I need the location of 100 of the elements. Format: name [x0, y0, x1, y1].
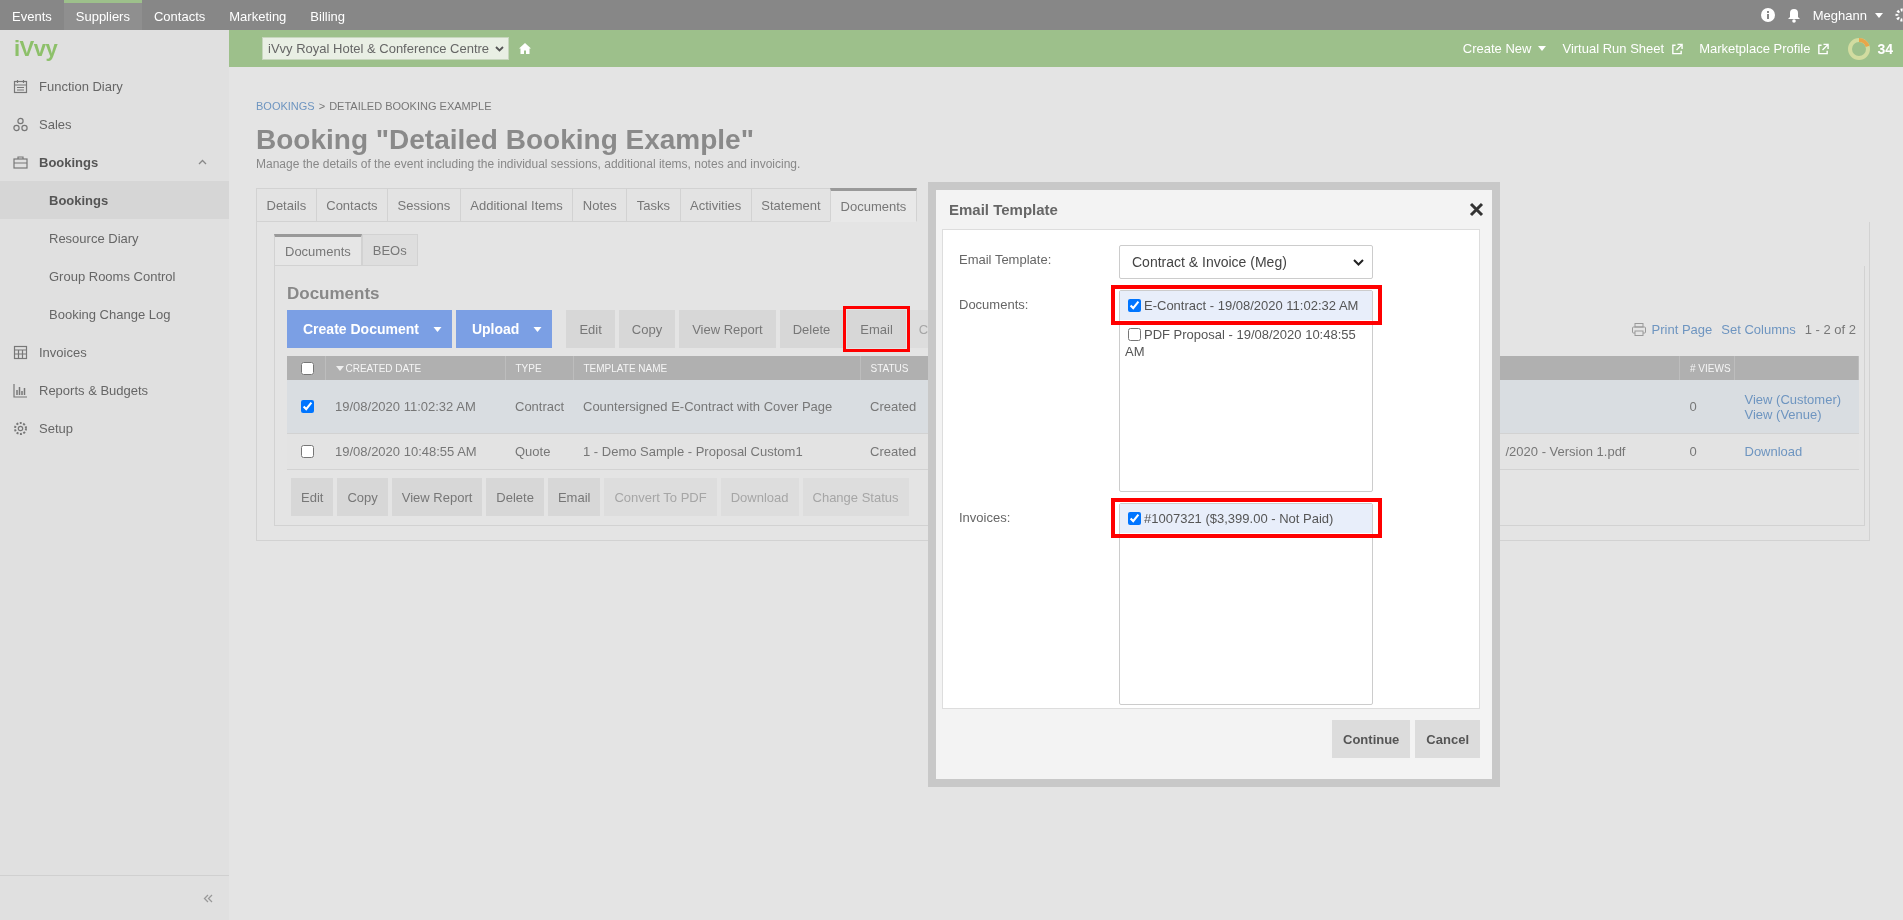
toolbar-button[interactable]: Edit: [566, 310, 615, 348]
toolbar-button[interactable]: View Report: [679, 310, 776, 348]
info-icon[interactable]: [1760, 8, 1775, 22]
sidebar-item[interactable]: Reports & Budgets: [0, 371, 229, 409]
table-cell: Quote: [515, 444, 551, 459]
table-link[interactable]: Download: [1744, 444, 1849, 459]
logo: iVvy: [13, 34, 59, 63]
tab[interactable]: Notes: [572, 188, 627, 222]
template-select[interactable]: Contract & Invoice (Meg): [1119, 245, 1373, 279]
table-cell: 1 - Demo Sample - Proposal Custom1: [583, 444, 803, 459]
toolbar-button[interactable]: Delete: [779, 310, 844, 348]
upload-button[interactable]: Upload: [455, 310, 553, 348]
tab[interactable]: Contacts: [315, 188, 388, 222]
column-header[interactable]: TEMPLATE NAME: [583, 362, 668, 374]
venue-select[interactable]: iVvy Royal Hotel & Conference Centre: [262, 37, 510, 60]
table-link[interactable]: View (Venue): [1744, 406, 1849, 422]
sub-tab[interactable]: Documents: [274, 234, 362, 266]
top-nav-link[interactable]: Suppliers: [63, 0, 142, 30]
bar-chart-icon: [13, 382, 28, 398]
table-cell: 19/08/2020 10:48:55 AM: [335, 444, 477, 459]
toolbar-button[interactable]: Email: [547, 478, 601, 516]
select-all-checkbox[interactable]: [301, 361, 314, 375]
toolbar-button[interactable]: Copy: [337, 478, 388, 516]
calendar-icon: [13, 78, 28, 94]
header-link[interactable]: Marketplace Profile: [1699, 41, 1830, 56]
field-label: Invoices:: [959, 509, 1012, 527]
checkbox[interactable]: [1128, 512, 1141, 525]
page-subtitle: Manage the details of the event including the individual sessions, additional items, notes and invoicing.: [256, 157, 802, 171]
tab[interactable]: Activities: [679, 188, 751, 222]
sidebar-subitem[interactable]: Bookings: [0, 181, 229, 219]
header-link[interactable]: Virtual Run Sheet: [1562, 41, 1684, 56]
section-title: Documents: [287, 284, 381, 304]
row-checkbox[interactable]: [301, 400, 314, 413]
toolbar-button[interactable]: View Report: [391, 478, 483, 516]
gear-icon: [13, 420, 28, 436]
table-cell: 0: [1689, 444, 1697, 459]
user-menu[interactable]: Meghann: [1812, 7, 1883, 23]
sidebar-subitem[interactable]: Group Rooms Control: [0, 257, 229, 295]
table-link[interactable]: View (Customer): [1744, 391, 1849, 407]
tab[interactable]: Tasks: [626, 188, 680, 222]
field-label: Email Template:: [959, 251, 1053, 269]
sidebar-subitem[interactable]: Booking Change Log: [0, 295, 229, 333]
top-nav-link[interactable]: Billing: [298, 0, 358, 30]
print-link[interactable]: Print Page: [1631, 321, 1713, 337]
tab[interactable]: Details: [256, 188, 316, 222]
dialog-title: Email Template: [949, 201, 1058, 218]
toolbar-button[interactable]: Copy: [618, 310, 676, 348]
toolbar-button[interactable]: Delete: [486, 478, 544, 516]
field-label: Documents:: [959, 296, 1030, 314]
tab[interactable]: Sessions: [387, 188, 460, 222]
header-link[interactable]: Create New: [1462, 41, 1547, 56]
column-header[interactable]: STATUS: [870, 362, 909, 374]
checkbox[interactable]: [1128, 328, 1141, 341]
sub-tab[interactable]: BEOs: [361, 234, 418, 266]
sidebar-item[interactable]: Sales: [0, 105, 229, 143]
external-link-icon: [1817, 42, 1830, 55]
sidebar-item[interactable]: Setup: [0, 409, 229, 447]
cancel-button[interactable]: Cancel: [1415, 720, 1480, 758]
collapse-icon[interactable]: [203, 893, 213, 903]
close-icon[interactable]: [1469, 202, 1484, 217]
continue-button[interactable]: Continue: [1332, 720, 1411, 758]
printer-icon: [1631, 322, 1646, 336]
table-cell: 0: [1689, 399, 1697, 414]
chevron-down-icon: [495, 45, 505, 52]
set-columns-link[interactable]: Set Columns: [1721, 321, 1796, 337]
external-link-icon: [1671, 42, 1684, 55]
caret-icon: [1538, 46, 1547, 51]
column-header[interactable]: TYPE: [515, 362, 542, 374]
list-option[interactable]: PDF Proposal - 19/08/2020 10:48:55 AM: [1120, 320, 1372, 366]
toolbar-button[interactable]: Edit: [291, 478, 334, 516]
table-cell: Created: [870, 399, 917, 414]
page-title: Booking "Detailed Booking Example": [256, 124, 755, 156]
row-checkbox[interactable]: [301, 445, 314, 458]
list-option[interactable]: #1007321 ($3,399.00 - Not Paid): [1120, 504, 1372, 533]
caret-icon: [1875, 12, 1883, 18]
create-document-button[interactable]: Create Document: [287, 310, 452, 348]
chevron-up-icon[interactable]: [198, 159, 207, 165]
top-nav-link[interactable]: Marketing: [217, 0, 299, 30]
top-nav-link[interactable]: Contacts: [141, 0, 218, 30]
sidebar-item[interactable]: Invoices: [0, 333, 229, 371]
breadcrumb-link[interactable]: BOOKINGS: [256, 100, 315, 112]
progress-ring-icon: [1847, 36, 1872, 61]
list-option[interactable]: E-Contract - 19/08/2020 11:02:32 AM: [1120, 291, 1372, 320]
sidebar-subitem[interactable]: Resource Diary: [0, 219, 229, 257]
caret-icon: [533, 326, 543, 332]
table-cell: Contract: [515, 399, 565, 414]
tab[interactable]: Additional Items: [459, 188, 573, 222]
top-nav-link[interactable]: Events: [0, 0, 64, 30]
sort-caret-icon: [335, 366, 344, 371]
checkbox[interactable]: [1128, 299, 1141, 312]
sidebar-item[interactable]: Function Diary: [0, 67, 229, 105]
score-count: 34: [1877, 40, 1893, 57]
table-cell: /2020 - Version 1.pdf: [1505, 444, 1626, 459]
chevron-down-icon: [1353, 258, 1364, 266]
tab[interactable]: Statement: [750, 188, 831, 222]
breadcrumb-current: DETAILED BOOKING EXAMPLE: [329, 100, 492, 112]
briefcase-icon: [13, 154, 28, 170]
bell-icon[interactable]: [1786, 7, 1801, 23]
toolbar-button[interactable]: Email: [847, 310, 906, 348]
tab[interactable]: Documents: [830, 188, 917, 222]
